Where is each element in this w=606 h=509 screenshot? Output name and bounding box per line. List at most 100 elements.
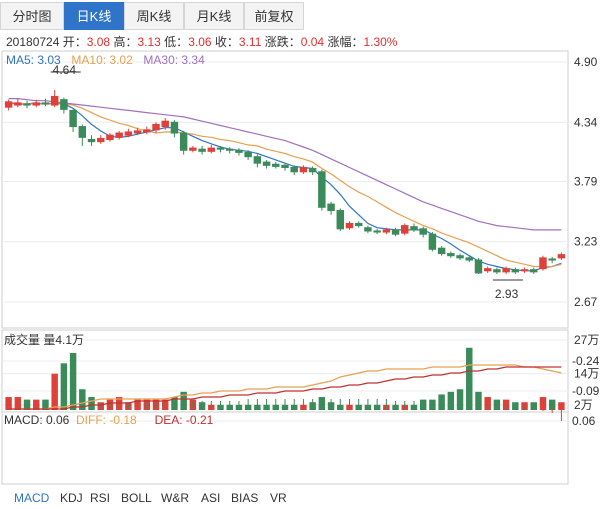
candle-body: [152, 123, 160, 131]
candle-body: [87, 138, 96, 143]
candle-body: [382, 229, 391, 233]
candle-body: [336, 210, 345, 230]
candle-body: [437, 247, 446, 255]
indicator-tab-kdj[interactable]: KDJ: [60, 491, 83, 505]
candle: [401, 223, 409, 236]
candle-body: [502, 268, 510, 273]
candle-body: [216, 147, 225, 150]
candle-body: [4, 101, 13, 108]
volume-legend: 成交量 量4.1万: [4, 332, 84, 347]
candle-body: [354, 222, 363, 227]
candle-body: [557, 254, 566, 259]
indicator-tab-rsi[interactable]: RSI: [90, 491, 110, 505]
price-tick-label: 3.23: [574, 235, 598, 249]
macd-tick-label: -0.09: [572, 384, 600, 398]
candle: [539, 255, 547, 271]
candle: [198, 145, 206, 155]
candle-body: [428, 233, 437, 250]
volume-bar: [530, 402, 537, 410]
indicator-tab-boll[interactable]: BOLL: [121, 491, 152, 505]
stock-chart: 4.90 4.34 3.79 3.23 2.67 27万 14万 2万 0.06 -0.09 -…: [1, 50, 600, 485]
candle: [428, 232, 437, 252]
candle-body: [60, 99, 68, 110]
candle: [262, 159, 271, 169]
candle-body: [299, 166, 308, 173]
candle: [225, 147, 234, 154]
candle-body: [207, 147, 216, 152]
volume-axis: 27万 14万 2万: [574, 333, 599, 412]
volume-bar: [60, 363, 68, 410]
candle: [14, 98, 22, 108]
ma-legend-item: MA30: 3.34: [143, 53, 205, 67]
candle-body: [391, 229, 400, 235]
candle-body: [253, 156, 262, 164]
macd-legend-item: MACD: 0.06: [4, 413, 70, 427]
indicator-tabs: MACD KDJ RSI BOLL W&R ASI BIAS VR: [0, 488, 606, 508]
volume-bar: [14, 397, 22, 410]
candle-body: [124, 131, 133, 136]
candle-body: [474, 259, 483, 274]
candle-body: [106, 134, 114, 140]
candle-body: [410, 226, 418, 231]
candle-body: [170, 121, 179, 134]
candle-body: [32, 102, 40, 106]
price-annotations: 4.642.93: [50, 63, 523, 301]
candle: [189, 145, 197, 153]
candle: [410, 223, 418, 233]
candle-body: [520, 269, 529, 272]
indicator-tab-wr[interactable]: W&R: [161, 491, 189, 505]
candle: [69, 109, 77, 132]
macd-axis: 0.06 -0.09 -0.24: [572, 354, 600, 428]
candle: [4, 99, 13, 111]
indicator-tab-macd[interactable]: MACD: [14, 491, 49, 505]
candle: [179, 130, 188, 155]
candle: [456, 253, 464, 261]
candle: [253, 154, 262, 168]
candle: [474, 257, 483, 275]
candle: [216, 145, 225, 153]
candle-body: [318, 171, 326, 208]
candle: [170, 120, 179, 138]
candle-body: [327, 203, 335, 212]
candle-body: [447, 253, 455, 257]
ma5-line: [8, 102, 562, 272]
volume-tick-label: 2万: [574, 398, 593, 412]
candle-body: [41, 102, 50, 105]
candle-body: [401, 225, 409, 234]
candle: [511, 267, 520, 275]
indicator-tab-asi[interactable]: ASI: [201, 491, 220, 505]
candle: [78, 124, 87, 146]
candle: [354, 221, 363, 228]
candle-body: [143, 129, 151, 133]
candle-body: [419, 228, 427, 235]
candle: [530, 267, 538, 275]
candle: [50, 89, 59, 108]
candle: [345, 221, 354, 230]
candle: [97, 135, 105, 144]
volume-bar: [5, 397, 12, 410]
candle: [364, 225, 372, 234]
moving-average-lines: [8, 97, 562, 272]
candle: [437, 246, 446, 256]
candle: [299, 165, 308, 174]
volume-bar: [51, 373, 58, 410]
ma-legend-item: MA10: 3.02: [71, 53, 133, 67]
candle: [235, 148, 243, 156]
price-tick-label: 4.34: [574, 115, 598, 129]
candle: [23, 100, 31, 109]
candle-body: [548, 258, 556, 261]
candle: [520, 267, 529, 273]
indicator-tab-bias[interactable]: BIAS: [231, 491, 258, 505]
candle-body: [97, 137, 105, 143]
annotation-label: 2.93: [495, 287, 519, 301]
macd-tick-label: 0.06: [572, 414, 596, 428]
candle-body: [539, 257, 547, 270]
candle-body: [189, 147, 197, 151]
candle-body: [235, 149, 243, 153]
legends: MA5: 3.03 MA10: 3.02 MA30: 3.34 成交量 量4.1万 MA…: [4, 53, 214, 427]
candle-body: [308, 168, 317, 173]
candle-body: [244, 151, 252, 158]
indicator-tab-vr[interactable]: VR: [270, 491, 287, 505]
candle-body: [69, 109, 77, 128]
candle-body: [364, 227, 372, 232]
